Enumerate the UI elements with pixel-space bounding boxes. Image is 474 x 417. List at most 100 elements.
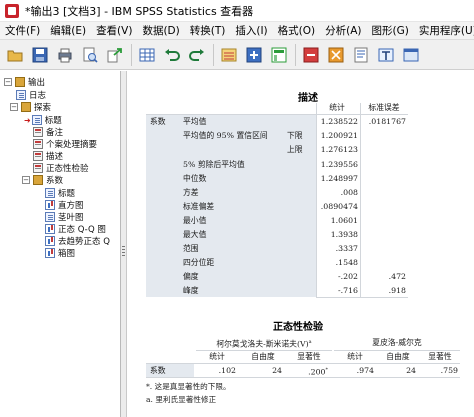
insert-output-button[interactable] (243, 44, 265, 66)
stat-value: .008 (340, 188, 358, 197)
hide-icon (328, 47, 344, 62)
sw-header: 夏皮洛-威尔克 (372, 338, 422, 347)
current-item-arrow-icon: ➜ (24, 115, 31, 125)
row-label: 偏度 (183, 272, 199, 281)
row-label: 峰度 (183, 286, 199, 295)
export-icon (107, 47, 122, 62)
tree-node-qq[interactable]: 正态 Q-Q 图 (45, 223, 106, 235)
undo-button[interactable] (161, 44, 183, 66)
menu-data[interactable]: 数据(D) (137, 23, 184, 38)
divider (316, 297, 408, 298)
tree-node-histogram[interactable]: 直方图 (45, 199, 84, 211)
tree-node-case-summary[interactable]: 个案处理摘要 (33, 138, 97, 150)
tree-node-stemleaf[interactable]: 茎叶图 (45, 211, 84, 223)
collapse-icon[interactable]: − (22, 176, 30, 184)
tree-label: 去趋势正态 Q (58, 237, 110, 247)
tree-label: 描述 (46, 152, 64, 162)
hide-button[interactable] (325, 44, 347, 66)
goto-data-button[interactable] (136, 44, 158, 66)
tree-node-boxplot[interactable]: 箱图 (45, 247, 75, 259)
tree-node-detrended[interactable]: 去趋势正态 Q (45, 235, 110, 247)
collapse-icon[interactable]: − (4, 78, 12, 86)
goto-case-icon (221, 48, 237, 61)
tree-label: 标题 (44, 116, 62, 126)
print-preview-button[interactable] (79, 44, 101, 66)
stat-value: .3337 (335, 244, 358, 253)
row-group-label: 系数 (150, 117, 166, 126)
output-navigator: − 输出 日志 − 探索 ➜ 标题 备注 个案处理摘要 描述 正态性检验 − 系… (0, 71, 121, 417)
table-icon (33, 163, 43, 173)
tree-node-log[interactable]: 日志 (16, 89, 46, 101)
divider (146, 114, 408, 115)
sw-stat-value: .974 (356, 366, 374, 375)
ks-stat-value: .102 (218, 366, 236, 375)
stat-value: 1.200921 (320, 131, 358, 140)
tree-node-title[interactable]: ➜ 标题 (24, 114, 62, 126)
stat-value: 1.276123 (320, 145, 358, 154)
print-button[interactable] (54, 44, 76, 66)
redo-button[interactable] (186, 44, 208, 66)
spss-app-icon (5, 3, 19, 18)
collapse-icon[interactable]: − (10, 103, 18, 111)
row-label: 平均值的 95% 置信区间 (183, 131, 268, 140)
footnote: *. 这是真显著性的下限。 (146, 382, 231, 391)
row-label: 方差 (183, 188, 199, 197)
menu-format[interactable]: 格式(O) (273, 23, 320, 38)
stat-value: 1.239556 (320, 160, 358, 169)
tree-node-explore[interactable]: − 探索 (10, 101, 51, 113)
pane-splitter[interactable] (121, 71, 127, 417)
col-header-df: 自由度 (386, 352, 410, 361)
se-value: .918 (388, 286, 406, 295)
menu-utilities[interactable]: 实用程序(U) (414, 23, 474, 38)
print-preview-icon (83, 47, 98, 63)
menu-edit[interactable]: 编辑(E) (45, 23, 91, 38)
tree-label: 备注 (46, 128, 64, 138)
stat-value: 1.3938 (330, 230, 358, 239)
insert-heading-icon (354, 47, 368, 62)
pivot-button[interactable] (268, 44, 290, 66)
tree-label: 日志 (29, 91, 47, 101)
goto-case-button[interactable] (218, 44, 240, 66)
row-label: 四分位距 (183, 258, 215, 267)
table-icon (33, 139, 43, 149)
row-group-label: 系数 (150, 366, 166, 375)
window-title: *输出3 [文档3] - IBM SPSS Statistics 查看器 (25, 4, 254, 18)
tree-node-coeff[interactable]: − 系数 (22, 174, 63, 186)
tree-node-descriptives[interactable]: 描述 (33, 150, 63, 162)
show-all-icon (303, 47, 319, 62)
tree-label: 输出 (28, 78, 46, 88)
tree-node-coeff-title[interactable]: 标题 (45, 187, 75, 199)
pivot-icon (271, 47, 287, 62)
open-button[interactable] (4, 44, 26, 66)
toolbar-separator (295, 43, 296, 66)
stat-value: -.716 (338, 286, 358, 295)
tree-node-notes[interactable]: 备注 (33, 126, 63, 138)
menu-graphs[interactable]: 图形(G) (367, 23, 414, 38)
insert-heading-button[interactable] (350, 44, 372, 66)
coeff-book-icon (33, 175, 43, 185)
tree-label: 系数 (46, 176, 64, 186)
se-value: .472 (388, 272, 406, 281)
export-button[interactable] (104, 44, 126, 66)
menu-view[interactable]: 查看(V) (91, 23, 137, 38)
tree-label: 标题 (58, 189, 76, 199)
insert-text-button[interactable] (375, 44, 397, 66)
tree-node-normality[interactable]: 正态性检验 (33, 162, 89, 174)
menu-bar: 文件(F) 编辑(E) 查看(V) 数据(D) 转换(T) 插入(I) 格式(O… (0, 22, 474, 40)
show-all-button[interactable] (300, 44, 322, 66)
title-bar: *输出3 [文档3] - IBM SPSS Statistics 查看器 (0, 0, 474, 22)
menu-transform[interactable]: 转换(T) (185, 23, 231, 38)
row-label: 最小值 (183, 216, 207, 225)
menu-file[interactable]: 文件(F) (0, 23, 45, 38)
tree-label: 探索 (34, 103, 52, 113)
designate-window-button[interactable] (400, 44, 422, 66)
sw-df-value: 24 (406, 366, 416, 375)
menu-insert[interactable]: 插入(I) (230, 23, 272, 38)
tree-node-output[interactable]: − 输出 (4, 76, 45, 88)
col-header-se: 标准误差 (368, 103, 400, 112)
menu-analyze[interactable]: 分析(A) (320, 23, 366, 38)
row-label: 中位数 (183, 174, 207, 183)
save-button[interactable] (29, 44, 51, 66)
footnote: a. 里利氏显著性修正 (146, 395, 217, 404)
ks-header: 柯尔莫戈洛夫-斯米诺夫(V)a (216, 339, 312, 349)
